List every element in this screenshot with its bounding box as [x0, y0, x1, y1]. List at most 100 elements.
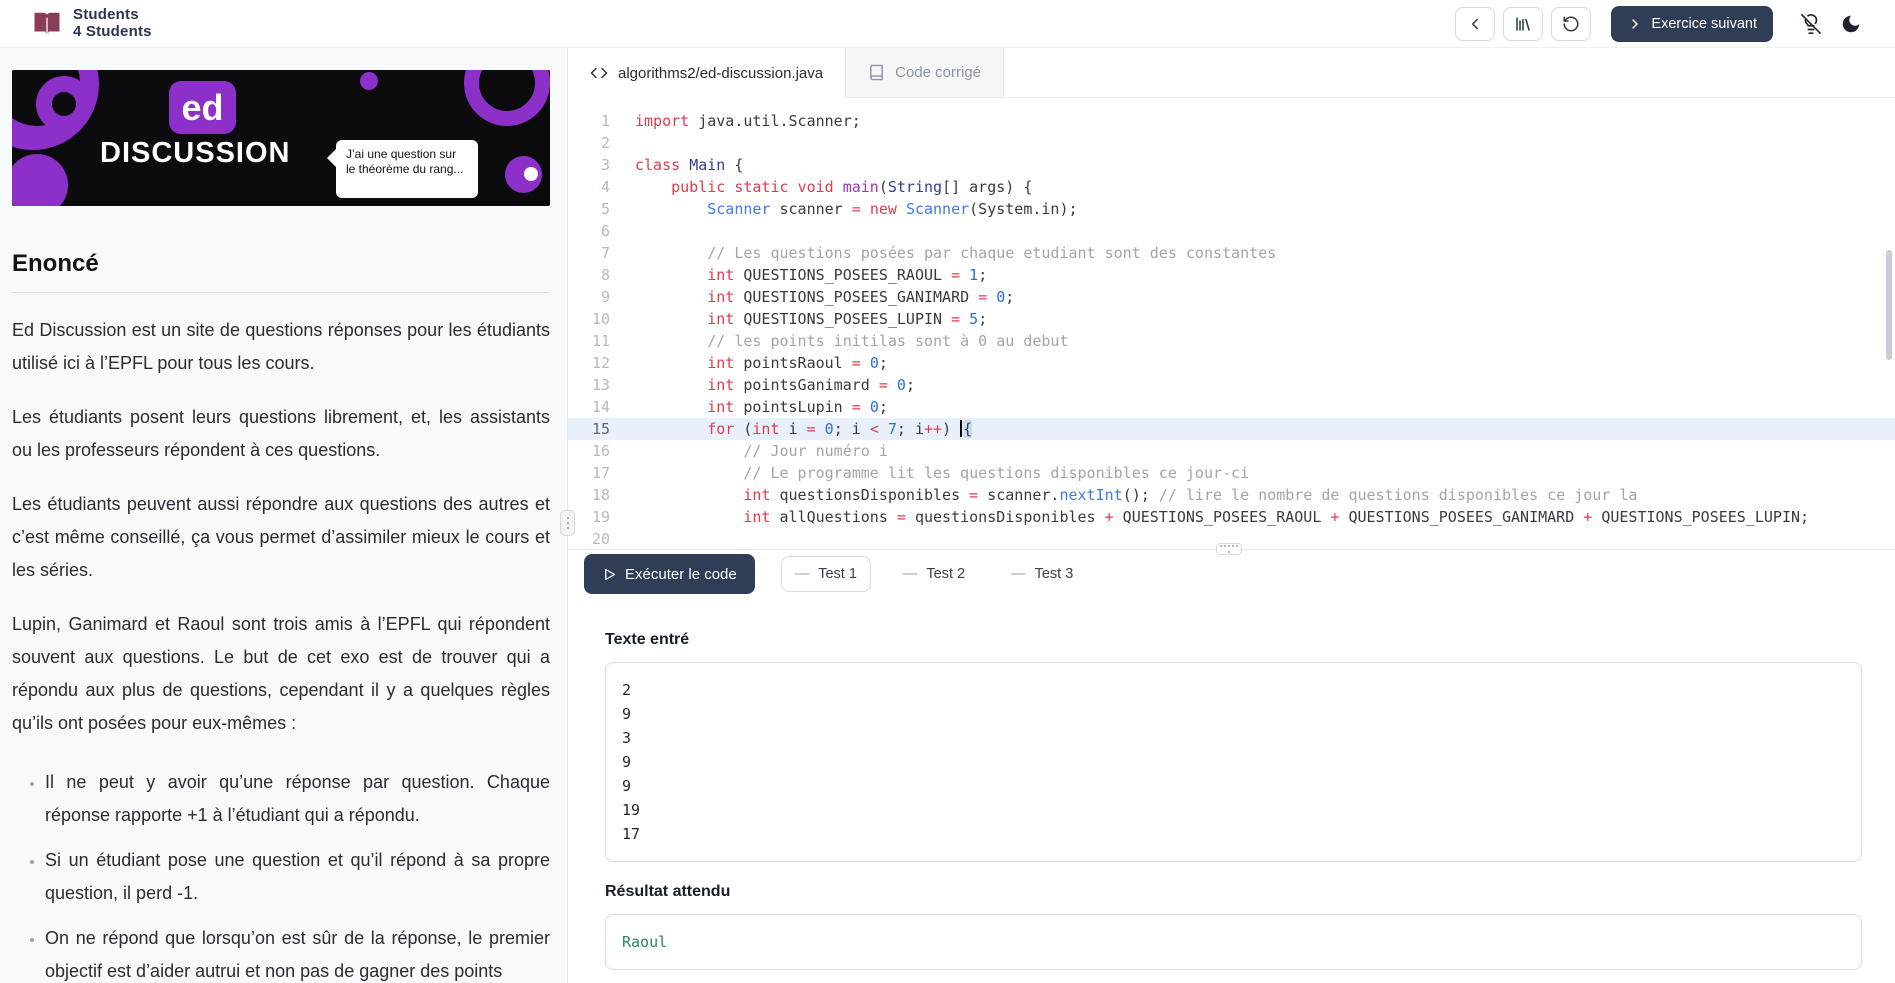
test-tab[interactable]: — Test 3 [997, 556, 1087, 592]
sidebar-resize-handle[interactable] [560, 510, 575, 536]
next-exercise-button[interactable]: Exercice suivant [1611, 5, 1773, 42]
code-text: int QUESTIONS_POSEES_LUPIN = 5; [707, 310, 988, 328]
ed-discussion-banner: ed DISCUSSION J’ai une question sur le t… [12, 70, 550, 206]
code-text: public static void main(String[] args) { [671, 178, 1033, 196]
code-line[interactable]: 2 [568, 132, 1895, 154]
run-code-button[interactable]: Exécuter le code [584, 554, 755, 594]
code-line[interactable]: 9 int QUESTIONS_POSEES_GANIMARD = 0; [568, 286, 1895, 308]
editor-tabbar: algorithms2/ed-discussion.java Code corr… [568, 48, 1895, 98]
run-code-label: Exécuter le code [625, 565, 737, 583]
code-line[interactable]: 8 int QUESTIONS_POSEES_RAOUL = 1; [568, 264, 1895, 286]
code-line[interactable]: 3 class Main { [568, 154, 1895, 176]
code-text: // Jour numéro i [743, 442, 888, 460]
code-text: int pointsLupin = 0; [707, 398, 888, 416]
statement-bullets: Il ne peut y avoir qu’une réponse par qu… [12, 766, 550, 983]
test-tab[interactable]: — Test 1 [780, 556, 871, 592]
reset-button[interactable] [1551, 6, 1592, 41]
library-button[interactable] [1503, 6, 1544, 41]
test-results-panel: Texte entré 2 9 3 9 9 19 17 Résultat att… [568, 598, 1895, 970]
code-line[interactable]: 4 public static void main(String[] args)… [568, 176, 1895, 198]
test-tabs: — Test 1 — Test 2 — Test 3 [780, 556, 1088, 592]
banner-title: DISCUSSION [100, 137, 291, 169]
code-text: Scanner scanner = new Scanner(System.in)… [707, 200, 1078, 218]
library-icon [1516, 16, 1531, 31]
hint-disabled-button[interactable] [1795, 7, 1827, 41]
lightbulb-off-icon [1801, 13, 1821, 34]
code-line[interactable]: 7 // Les questions posées par chaque etu… [568, 242, 1895, 264]
statement-paragraph: Ed Discussion est un site de questions r… [12, 320, 550, 373]
line-number: 13 [591, 376, 610, 394]
code-text: int pointsGanimard = 0; [707, 376, 915, 394]
code-line[interactable]: 15 for (int i = 0; i < 7; i++) { [568, 418, 1895, 440]
dash-icon: — [902, 566, 918, 582]
moon-icon [1842, 15, 1860, 32]
test-tab-label: Test 3 [1034, 566, 1074, 582]
code-line[interactable]: 18 int questionsDisponibles = scanner.ne… [568, 484, 1895, 506]
sidebar: ed DISCUSSION J’ai une question sur le t… [0, 48, 568, 983]
line-number: 9 [600, 288, 610, 306]
main-panel: algorithms2/ed-discussion.java Code corr… [568, 48, 1895, 983]
test-tab-label: Test 2 [926, 566, 966, 582]
brand-text: Students 4 Students [73, 6, 152, 40]
code-text: // Le programme lit les questions dispon… [743, 464, 1250, 482]
line-number: 15 [591, 420, 610, 438]
output-label: Résultat attendu [605, 883, 731, 900]
code-line[interactable]: 16 // Jour numéro i [568, 440, 1895, 462]
banner-purple-dot [505, 156, 542, 193]
code-icon [590, 67, 608, 79]
back-button[interactable] [1455, 6, 1496, 41]
code-line[interactable]: 10 int QUESTIONS_POSEES_LUPIN = 5; [568, 308, 1895, 330]
line-number: 20 [591, 530, 610, 548]
ed-badge: ed [169, 81, 236, 134]
brand-logo[interactable]: Students 4 Students [30, 6, 152, 40]
line-number: 8 [600, 266, 610, 284]
statement-paragraph: Lupin, Ganimard et Raoul sont trois amis… [12, 614, 550, 733]
code-line[interactable]: 17 // Le programme lit les questions dis… [568, 462, 1895, 484]
line-number: 12 [591, 354, 610, 372]
dark-mode-button[interactable] [1835, 7, 1867, 41]
code-line[interactable]: 14 int pointsLupin = 0; [568, 396, 1895, 418]
code-line[interactable]: 6 [568, 220, 1895, 242]
brand-line2: 4 Students [73, 22, 152, 40]
code-editor[interactable]: 1 import java.util.Scanner; 2 3 class Main {… [568, 98, 1895, 550]
editor-resize-handle[interactable] [1216, 543, 1242, 555]
code-text: int pointsRaoul = 0; [707, 354, 888, 372]
line-number: 11 [591, 332, 610, 350]
line-number: 18 [591, 486, 610, 504]
line-number: 3 [600, 156, 610, 174]
test-tab[interactable]: — Test 2 [889, 556, 979, 592]
chevron-left-icon [1472, 18, 1479, 29]
code-text: int questionsDisponibles = scanner.nextI… [743, 486, 1638, 504]
editor-scrollbar-thumb[interactable] [1886, 250, 1892, 360]
code-line[interactable]: 5 Scanner scanner = new Scanner(System.i… [568, 198, 1895, 220]
line-number: 17 [591, 464, 610, 482]
line-number: 19 [591, 508, 610, 526]
code-line[interactable]: 12 int pointsRaoul = 0; [568, 352, 1895, 374]
tab-code-corrige[interactable]: Code corrigé [846, 48, 1004, 97]
content: ed DISCUSSION J’ai une question sur le t… [0, 48, 1895, 983]
code-line[interactable]: 1 import java.util.Scanner; [568, 110, 1895, 132]
code-line[interactable]: 11 // les points initilas sont à 0 au de… [568, 330, 1895, 352]
statement-bullet: On ne répond que lorsqu’on est sûr de la… [45, 922, 550, 983]
code-line[interactable]: 13 int pointsGanimard = 0; [568, 374, 1895, 396]
line-number: 10 [591, 310, 610, 328]
line-number: 14 [591, 398, 610, 416]
code-lines: 1 import java.util.Scanner; 2 3 class Main {… [568, 110, 1895, 549]
line-number: 4 [600, 178, 610, 196]
code-text: int QUESTIONS_POSEES_GANIMARD = 0; [707, 288, 1015, 306]
speech-bubble-text: J’ai une question sur le théorème du ran… [346, 147, 464, 176]
chevron-right-icon [1632, 18, 1639, 29]
code-line[interactable]: 19 int allQuestions = questionsDisponibl… [568, 506, 1895, 528]
header: Students 4 Students Exercice suivant [0, 0, 1895, 48]
banner-ring-decoration [464, 70, 550, 126]
tab-code-file[interactable]: algorithms2/ed-discussion.java [568, 48, 847, 98]
line-number: 16 [591, 442, 610, 460]
statement-bullet: Il ne peut y avoir qu’une réponse par qu… [45, 766, 550, 832]
line-number: 5 [600, 200, 610, 218]
dash-icon: — [1011, 566, 1026, 582]
divider [12, 292, 550, 293]
code-text: // Les questions posées par chaque etudi… [707, 244, 1277, 262]
code-text: import java.util.Scanner; [635, 112, 861, 130]
